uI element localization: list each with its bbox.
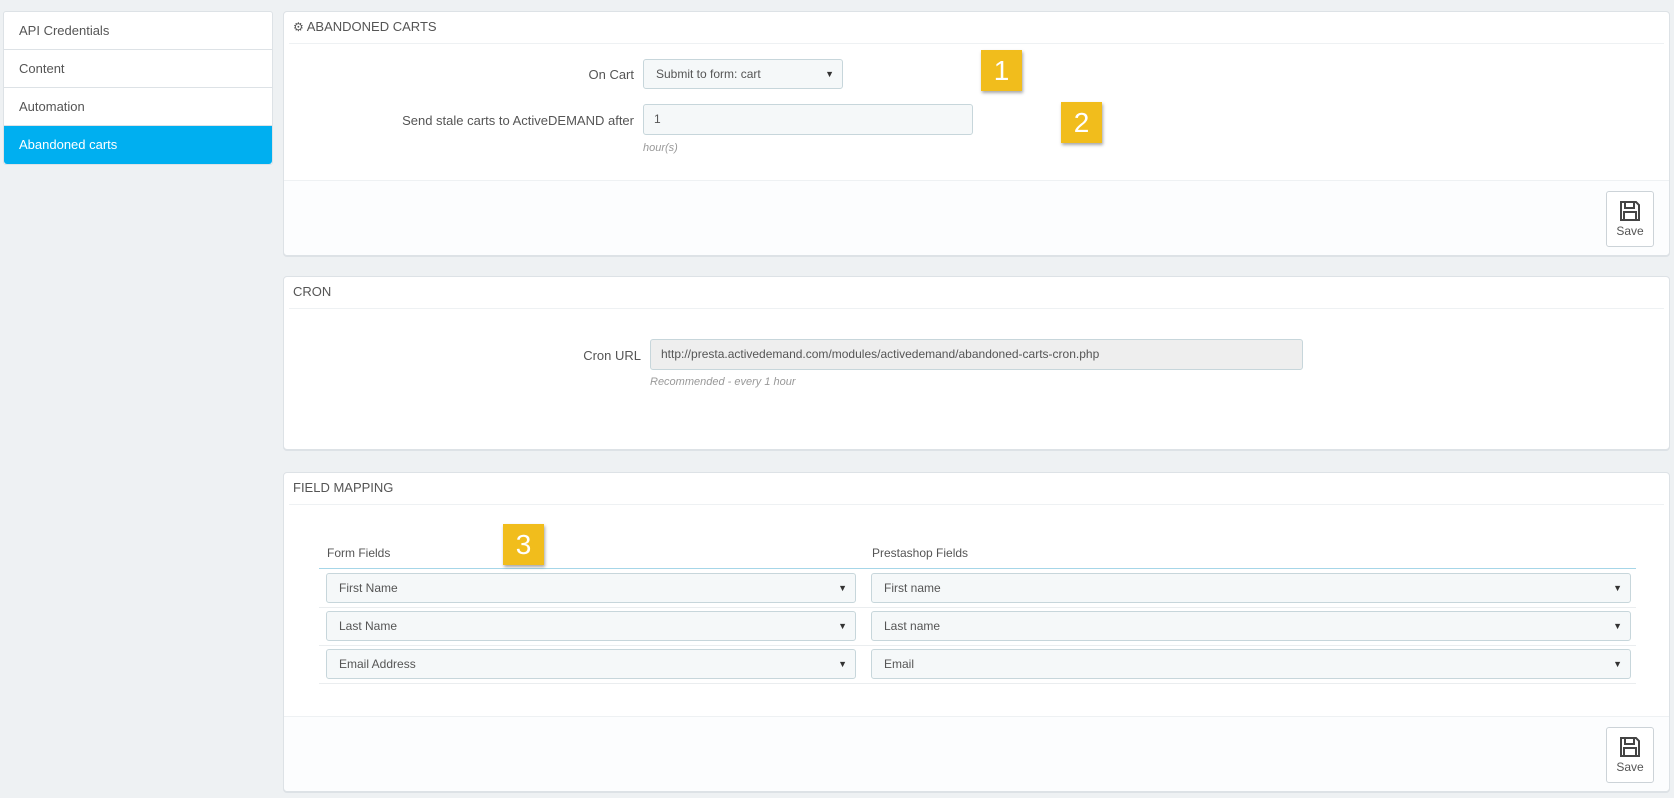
cogs-icon: ⚙ [293,20,304,34]
prestashop-field-value: Email [884,657,915,671]
floppy-disk-icon [1620,737,1640,757]
column-header-prestashop-fields: Prestashop Fields [872,546,969,560]
form-field-select[interactable]: Email Address ▼ [326,649,856,679]
field-mapping-panel: FIELD MAPPING Form Fields Prestashop Fie… [283,472,1670,792]
sidebar-item-api-credentials[interactable]: API Credentials [4,12,272,50]
caret-down-icon: ▼ [1613,621,1622,631]
form-field-select[interactable]: Last Name ▼ [326,611,856,641]
sidebar-item-content[interactable]: Content [4,50,272,88]
on-cart-select[interactable]: Submit to form: cart ▼ [643,59,843,89]
form-field-select[interactable]: First Name ▼ [326,573,856,603]
save-button[interactable]: Save [1606,191,1654,247]
prestashop-field-value: First name [884,581,941,595]
sidebar-item-automation[interactable]: Automation [4,88,272,126]
save-label: Save [1616,224,1644,238]
cron-panel: CRON Cron URL http://presta.activedemand… [283,276,1670,450]
prestashop-field-select[interactable]: Last name ▼ [871,611,1631,641]
on-cart-label: On Cart [588,67,634,82]
panel-heading: ⚙ ABANDONED CARTS [289,12,1664,44]
panel-heading: CRON [289,277,1664,309]
on-cart-value: Submit to form: cart [656,67,761,81]
panel-heading: FIELD MAPPING [289,473,1664,505]
save-label: Save [1616,760,1644,774]
panel-title: FIELD MAPPING [293,480,394,495]
sidebar-nav: API Credentials Content Automation Aband… [3,11,273,165]
caret-down-icon: ▼ [1613,659,1622,669]
form-field-value: First Name [339,581,398,595]
prestashop-field-value: Last name [884,619,941,633]
prestashop-field-select[interactable]: First name ▼ [871,573,1631,603]
cron-url-field[interactable]: http://presta.activedemand.com/modules/a… [650,339,1303,370]
save-button[interactable]: Save [1606,727,1654,783]
annotation-badge-3: 3 [503,524,544,565]
stale-carts-label: Send stale carts to ActiveDEMAND after [402,113,634,128]
cron-url-label: Cron URL [583,348,641,363]
abandoned-carts-panel: ⚙ ABANDONED CARTS On Cart Submit to form:… [283,11,1670,256]
caret-down-icon: ▼ [838,621,847,631]
stale-hours-help: hour(s) [643,142,678,154]
stale-hours-input[interactable]: 1 [643,104,973,135]
caret-down-icon: ▼ [838,583,847,593]
form-field-value: Last Name [339,619,398,633]
cron-url-help: Recommended - every 1 hour [650,376,796,388]
table-row-divider [319,683,1636,684]
annotation-badge-2: 2 [1061,102,1102,143]
caret-down-icon: ▼ [825,69,834,79]
floppy-disk-icon [1620,201,1640,221]
form-field-value: Email Address [339,657,416,671]
table-row-divider [319,645,1636,646]
prestashop-field-select[interactable]: Email ▼ [871,649,1631,679]
column-header-form-fields: Form Fields [327,546,391,560]
caret-down-icon: ▼ [838,659,847,669]
table-row-divider [319,607,1636,608]
caret-down-icon: ▼ [1613,583,1622,593]
panel-footer: Save [284,716,1669,791]
annotation-badge-1: 1 [981,50,1022,91]
panel-footer: Save [284,180,1669,255]
sidebar-item-abandoned-carts[interactable]: Abandoned carts [4,126,272,164]
panel-title: ABANDONED CARTS [306,19,437,34]
panel-title: CRON [293,284,332,299]
table-header-divider [319,568,1636,569]
